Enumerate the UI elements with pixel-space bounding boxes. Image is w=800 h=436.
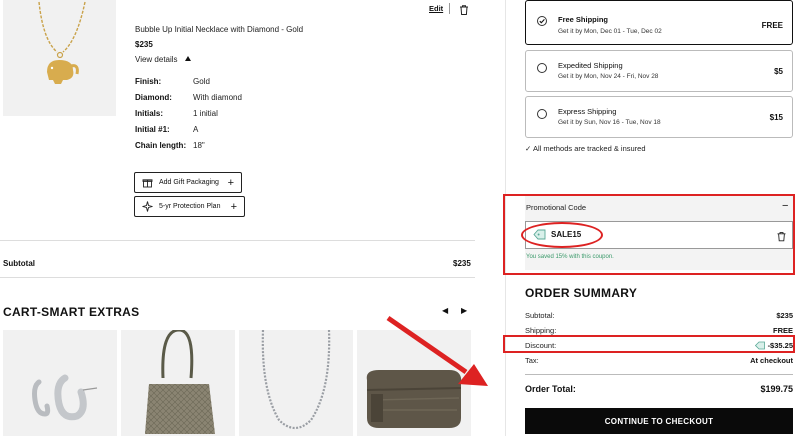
plus-icon: + <box>227 176 234 189</box>
summary-subtotal-label: Subtotal: <box>525 311 555 320</box>
divider <box>0 277 475 278</box>
shipping-name: Express Shipping <box>558 107 617 116</box>
shipping-name: Expedited Shipping <box>558 61 623 70</box>
view-details-label: View details <box>135 55 178 64</box>
shipping-name: Free Shipping <box>558 15 609 24</box>
spec-value-finish: Gold <box>193 77 210 86</box>
edit-link[interactable]: Edit <box>429 4 443 13</box>
order-total-label: Order Total: <box>525 384 576 394</box>
sparkle-icon <box>142 201 153 212</box>
trash-icon <box>460 5 468 15</box>
radio-icon <box>537 63 547 73</box>
spec-value-initials: 1 initial <box>193 109 218 118</box>
annotation-ellipse <box>521 222 603 248</box>
shipping-eta: Get it by Mon, Dec 01 - Tue, Dec 02 <box>558 28 662 35</box>
add-gift-packaging-button[interactable]: Add Gift Packaging + <box>134 172 242 193</box>
shipping-price: $15 <box>769 113 783 122</box>
cart-subtotal-label: Subtotal <box>3 259 35 268</box>
shipping-price: $5 <box>774 67 783 76</box>
product-image[interactable] <box>3 0 116 116</box>
check-icon <box>539 19 545 24</box>
tracked-note: ✓ All methods are tracked & insured <box>525 144 646 153</box>
summary-shipping-value: FREE <box>772 326 793 335</box>
divider <box>525 374 793 375</box>
spec-value-initial-1: A <box>193 125 199 134</box>
gift-icon <box>142 179 153 188</box>
extras-title: CART-SMART EXTRAS <box>3 305 140 319</box>
summary-subtotal-value: $235 <box>776 311 793 320</box>
caret-up-icon <box>184 56 191 61</box>
spec-value-diamond: With diamond <box>193 93 242 102</box>
radio-selected-icon <box>537 16 547 26</box>
divider <box>449 3 450 14</box>
necklace-image <box>38 1 86 84</box>
shipping-price: FREE <box>761 21 783 30</box>
extra-product-net-bag[interactable] <box>121 330 235 436</box>
spec-label-initial-1: Initial #1: <box>135 125 170 134</box>
remove-item-button[interactable] <box>458 3 470 15</box>
protection-plan-button[interactable]: 5-yr Protection Plan + <box>134 196 245 217</box>
summary-tax-value: At checkout <box>750 356 793 365</box>
spec-label-diamond: Diamond: <box>135 93 172 102</box>
spec-value-chain-length: 18" <box>193 141 205 150</box>
extra-product-earrings[interactable] <box>3 330 117 436</box>
chain-image <box>261 330 331 430</box>
shipping-option-free[interactable]: Free Shipping Get it by Mon, Dec 01 - Tu… <box>525 0 793 45</box>
product-title[interactable]: Bubble Up Initial Necklace with Diamond … <box>135 25 303 34</box>
shipping-option-expedited[interactable]: Expedited Shipping Get it by Mon, Nov 24… <box>525 50 793 92</box>
spec-label-chain-length: Chain length: <box>135 141 187 150</box>
radio-icon <box>537 109 547 119</box>
net-bag-image <box>145 330 215 434</box>
continue-to-checkout-button[interactable]: CONTINUE TO CHECKOUT <box>525 408 793 434</box>
summary-shipping-label: Shipping: <box>525 326 557 335</box>
shipping-option-express[interactable]: Express Shipping Get it by Sun, Nov 16 -… <box>525 96 793 138</box>
earrings-image <box>32 374 98 421</box>
extra-product-chain[interactable] <box>239 330 353 436</box>
spec-label-finish: Finish: <box>135 77 162 86</box>
spec-label-initials: Initials: <box>135 109 164 118</box>
plus-icon: + <box>230 200 237 213</box>
order-total-value: $199.75 <box>760 384 793 394</box>
view-details-toggle[interactable]: View details <box>135 55 191 64</box>
protection-plan-label: 5-yr Protection Plan <box>159 203 221 210</box>
shipping-eta: Get it by Mon, Nov 24 - Fri, Nov 28 <box>558 73 659 80</box>
order-summary-title: ORDER SUMMARY <box>525 286 638 300</box>
cart-subtotal-value: $235 <box>453 259 471 268</box>
annotation-highlight <box>503 335 795 353</box>
divider <box>0 240 475 241</box>
annotation-arrow-icon <box>386 315 488 386</box>
shipping-eta: Get it by Sun, Nov 16 - Tue, Nov 18 <box>558 119 661 126</box>
product-price: $235 <box>135 40 153 49</box>
summary-tax-label: Tax: <box>525 356 539 365</box>
add-gift-packaging-label: Add Gift Packaging <box>159 179 219 186</box>
